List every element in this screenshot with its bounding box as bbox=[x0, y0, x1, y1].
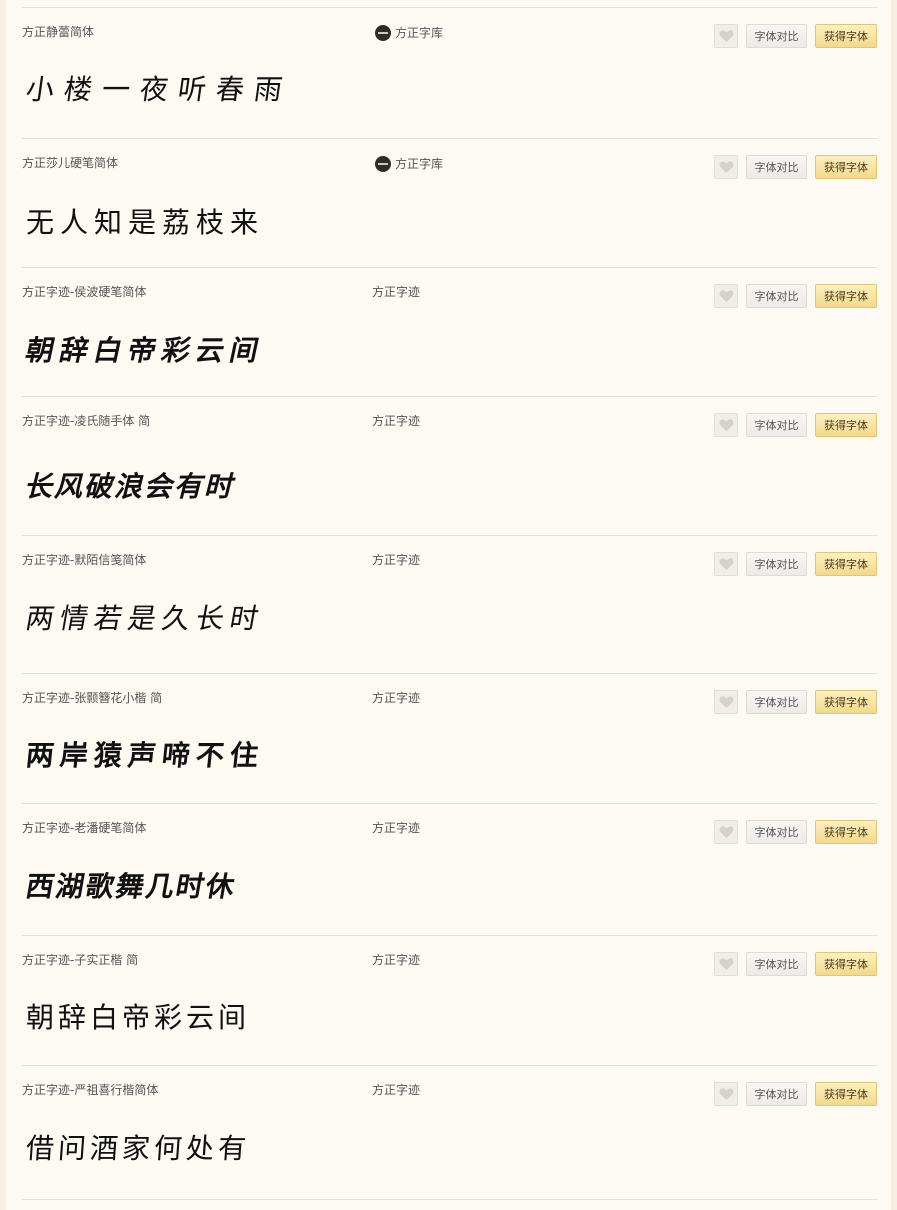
font-sample-text: 朝辞白帝彩云间 bbox=[26, 1001, 251, 1034]
font-name[interactable]: 方正字迹-张颢簪花小楷 简 bbox=[22, 691, 162, 705]
foundry[interactable]: 方正字迹 bbox=[372, 821, 420, 835]
font-sample-text: 西湖歌舞几时休 bbox=[23, 870, 240, 903]
font-actions: 字体对比 获得字体 bbox=[714, 820, 877, 844]
get-font-button[interactable]: 获得字体 bbox=[815, 413, 877, 437]
foundry-name: 方正字迹 bbox=[372, 285, 421, 299]
font-item: 方正字迹-张颢簪花小楷 简 方正字迹 字体对比 获得字体 两岸猿声啼不住 bbox=[22, 674, 877, 804]
heart-icon bbox=[719, 30, 733, 43]
compare-font-button[interactable]: 字体对比 bbox=[746, 690, 807, 714]
favorite-button[interactable] bbox=[714, 284, 738, 308]
foundry[interactable]: 方正字库 bbox=[372, 25, 443, 41]
font-list-panel: 方正静蕾简体 方正字库 字体对比 获得字体 小楼一夜听春雨 方正莎儿硬笔简体 方… bbox=[6, 0, 891, 1210]
heart-icon bbox=[719, 1088, 733, 1101]
font-name[interactable]: 方正字迹-严祖喜行楷简体 bbox=[22, 1083, 158, 1097]
compare-font-button[interactable]: 字体对比 bbox=[746, 24, 807, 48]
font-sample-text: 两岸猿声啼不住 bbox=[24, 739, 266, 772]
foundry-name: 方正字迹 bbox=[372, 414, 421, 428]
foundry-name: 方正字迹 bbox=[372, 691, 421, 705]
font-sample-text: 借问酒家何处有 bbox=[24, 1132, 252, 1165]
foundry-name: 方正字迹 bbox=[372, 821, 421, 835]
compare-font-button[interactable]: 字体对比 bbox=[746, 952, 807, 976]
font-item: 方正字迹-默陌信笺简体 方正字迹 字体对比 获得字体 两情若是久长时 bbox=[22, 536, 877, 674]
compare-font-button[interactable]: 字体对比 bbox=[746, 1082, 807, 1106]
font-item: 方正字迹-子实正楷 简 方正字迹 字体对比 获得字体 朝辞白帝彩云间 bbox=[22, 936, 877, 1066]
heart-icon bbox=[719, 696, 733, 709]
favorite-button[interactable] bbox=[714, 690, 738, 714]
favorite-button[interactable] bbox=[714, 820, 738, 844]
font-name[interactable]: 方正字迹-子实正楷 简 bbox=[22, 953, 138, 967]
foundry[interactable]: 方正字迹 bbox=[372, 285, 420, 299]
font-sample-text: 朝辞白帝彩云间 bbox=[22, 334, 268, 367]
font-actions: 字体对比 获得字体 bbox=[714, 1082, 877, 1106]
compare-font-button[interactable]: 字体对比 bbox=[746, 413, 807, 437]
heart-icon bbox=[719, 958, 733, 971]
favorite-button[interactable] bbox=[714, 24, 738, 48]
font-item: 方正字迹-严祖喜行楷简体 方正字迹 字体对比 获得字体 借问酒家何处有 bbox=[22, 1066, 877, 1200]
font-actions: 字体对比 获得字体 bbox=[714, 552, 877, 576]
heart-icon bbox=[719, 419, 733, 432]
get-font-button[interactable]: 获得字体 bbox=[815, 284, 877, 308]
get-font-button[interactable]: 获得字体 bbox=[815, 952, 877, 976]
font-actions: 字体对比 获得字体 bbox=[714, 413, 877, 437]
get-font-button[interactable]: 获得字体 bbox=[815, 155, 877, 179]
font-sample-text: 长风破浪会有时 bbox=[22, 470, 241, 503]
compare-font-button[interactable]: 字体对比 bbox=[746, 820, 807, 844]
foundry-name: 方正字迹 bbox=[372, 953, 421, 967]
font-name[interactable]: 方正字迹-凌氏随手体 简 bbox=[22, 414, 150, 428]
foundry-name: 方正字库 bbox=[395, 157, 444, 171]
font-actions: 字体对比 获得字体 bbox=[714, 155, 877, 179]
font-item: 方正静蕾简体 方正字库 字体对比 获得字体 小楼一夜听春雨 bbox=[22, 8, 877, 139]
compare-font-button[interactable]: 字体对比 bbox=[746, 155, 807, 179]
get-font-button[interactable]: 获得字体 bbox=[815, 1082, 877, 1106]
font-item: 方正字迹-侯波硬笔简体 方正字迹 字体对比 获得字体 朝辞白帝彩云间 bbox=[22, 268, 877, 397]
heart-icon bbox=[719, 826, 733, 839]
foundry[interactable]: 方正字迹 bbox=[372, 953, 420, 967]
foundry-name: 方正字迹 bbox=[372, 553, 421, 567]
font-actions: 字体对比 获得字体 bbox=[714, 952, 877, 976]
get-font-button[interactable]: 获得字体 bbox=[815, 820, 877, 844]
get-font-button[interactable]: 获得字体 bbox=[815, 552, 877, 576]
get-font-button[interactable]: 获得字体 bbox=[815, 690, 877, 714]
font-name[interactable]: 方正字迹-侯波硬笔简体 bbox=[22, 285, 146, 299]
foundry[interactable]: 方正字迹 bbox=[372, 1083, 420, 1097]
font-list: 方正静蕾简体 方正字库 字体对比 获得字体 小楼一夜听春雨 方正莎儿硬笔简体 方… bbox=[22, 7, 877, 1200]
foundry-logo-icon bbox=[375, 25, 391, 41]
favorite-button[interactable] bbox=[714, 1082, 738, 1106]
font-name[interactable]: 方正字迹-默陌信笺简体 bbox=[22, 553, 146, 567]
favorite-button[interactable] bbox=[714, 552, 738, 576]
get-font-button[interactable]: 获得字体 bbox=[815, 24, 877, 48]
font-name[interactable]: 方正莎儿硬笔简体 bbox=[22, 156, 118, 170]
font-actions: 字体对比 获得字体 bbox=[714, 24, 877, 48]
foundry-name: 方正字迹 bbox=[372, 1083, 421, 1097]
font-name[interactable]: 方正静蕾简体 bbox=[22, 25, 94, 39]
foundry[interactable]: 方正字迹 bbox=[372, 414, 420, 428]
font-sample-text: 小楼一夜听春雨 bbox=[23, 73, 295, 106]
heart-icon bbox=[719, 558, 733, 571]
heart-icon bbox=[719, 290, 733, 303]
font-item: 方正字迹-老潘硬笔简体 方正字迹 字体对比 获得字体 西湖歌舞几时休 bbox=[22, 804, 877, 936]
font-item: 方正字迹-凌氏随手体 简 方正字迹 字体对比 获得字体 长风破浪会有时 bbox=[22, 397, 877, 536]
font-actions: 字体对比 获得字体 bbox=[714, 284, 877, 308]
foundry-logo-icon bbox=[375, 156, 391, 172]
foundry[interactable]: 方正字迹 bbox=[372, 553, 420, 567]
favorite-button[interactable] bbox=[714, 952, 738, 976]
font-item: 方正莎儿硬笔简体 方正字库 字体对比 获得字体 无人知是荔枝来 bbox=[22, 139, 877, 268]
font-sample-text: 无人知是荔枝来 bbox=[26, 206, 265, 239]
foundry[interactable]: 方正字迹 bbox=[372, 691, 420, 705]
compare-font-button[interactable]: 字体对比 bbox=[746, 552, 807, 576]
foundry[interactable]: 方正字库 bbox=[372, 156, 443, 172]
font-name[interactable]: 方正字迹-老潘硬笔简体 bbox=[22, 821, 146, 835]
favorite-button[interactable] bbox=[714, 155, 738, 179]
heart-icon bbox=[719, 161, 733, 174]
font-sample-text: 两情若是久长时 bbox=[23, 602, 268, 635]
foundry-name: 方正字库 bbox=[395, 26, 444, 40]
favorite-button[interactable] bbox=[714, 413, 738, 437]
font-actions: 字体对比 获得字体 bbox=[714, 690, 877, 714]
compare-font-button[interactable]: 字体对比 bbox=[746, 284, 807, 308]
